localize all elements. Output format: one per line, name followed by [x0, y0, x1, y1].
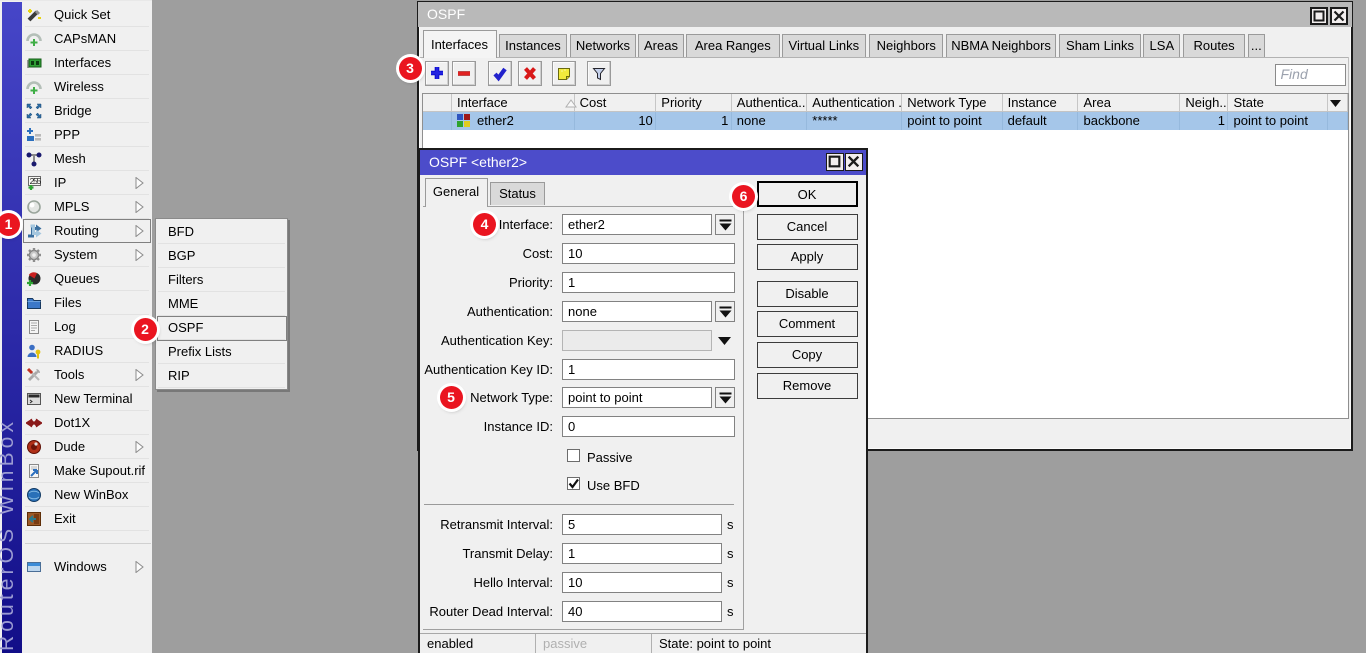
svg-text:255: 255 [30, 176, 42, 186]
